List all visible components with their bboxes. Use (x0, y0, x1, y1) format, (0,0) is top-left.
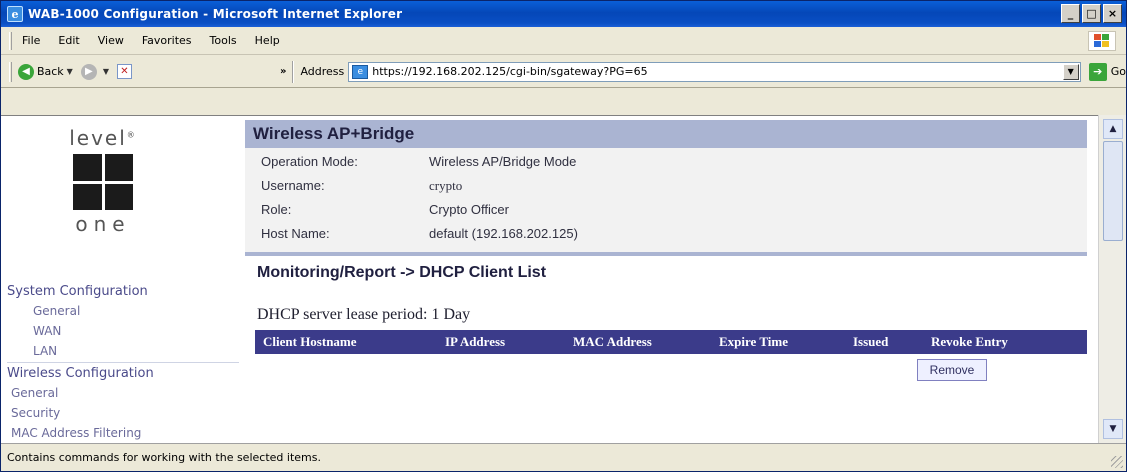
vertical-scrollbar[interactable]: ▲ ▼ (1098, 115, 1126, 443)
menu-edit[interactable]: Edit (58, 34, 79, 47)
address-input[interactable]: e https://192.168.202.125/cgi-bin/sgatew… (348, 61, 1081, 82)
sidebar-item-wan[interactable]: WAN (33, 324, 61, 338)
info-value-username: crypto (429, 178, 463, 193)
status-text: Contains commands for working with the s… (7, 451, 321, 464)
device-info: Operation Mode: Wireless AP/Bridge Mode … (245, 148, 1087, 252)
menu-view[interactable]: View (98, 34, 124, 47)
info-label-username: Username: (261, 178, 325, 193)
menubar-grip[interactable] (9, 31, 12, 50)
section-title: Monitoring/Report -> DHCP Client List (257, 264, 547, 281)
lease-period-text: DHCP server lease period: 1 Day (257, 306, 471, 323)
page-title: Wireless AP+Bridge (245, 120, 1087, 148)
minimize-button[interactable]: _ (1061, 4, 1080, 23)
column-ip-address: IP Address (445, 334, 506, 349)
page-content: level® one System Configuration General … (1, 115, 1098, 444)
sidebar-divider (7, 362, 239, 363)
window-controls: _ □ × (1061, 4, 1122, 23)
back-button[interactable]: ◀ Back ▼ (17, 63, 73, 80)
info-value-mode: Wireless AP/Bridge Mode (429, 154, 577, 169)
toolbar: ◀ Back ▼ ▶ ▼ ✕ » Address e https://192.1… (1, 56, 1126, 88)
logo-mark (73, 154, 133, 210)
column-expire-time: Expire Time (719, 334, 788, 349)
resize-grip-icon[interactable] (1111, 456, 1123, 468)
column-client-hostname: Client Hostname (263, 334, 357, 349)
forward-arrow-icon: ▶ (80, 63, 97, 80)
maximize-button[interactable]: □ (1082, 4, 1101, 23)
go-label: Go (1110, 65, 1126, 78)
menu-bar: File Edit View Favorites Tools Help (1, 27, 1126, 55)
page-icon: e (352, 64, 369, 79)
menu-help[interactable]: Help (255, 34, 280, 47)
section-divider (245, 252, 1087, 256)
status-bar: Contains commands for working with the s… (1, 443, 1126, 471)
address-url[interactable]: https://192.168.202.125/cgi-bin/sgateway… (372, 65, 647, 78)
stop-icon: ✕ (116, 64, 132, 79)
menu-favorites[interactable]: Favorites (142, 34, 192, 47)
system-config-header[interactable]: System Configuration (7, 284, 148, 299)
forward-dropdown-icon[interactable]: ▼ (103, 67, 109, 76)
sidebar: level® one System Configuration General … (7, 118, 239, 444)
browser-window: e WAB-1000 Configuration - Microsoft Int… (0, 0, 1127, 472)
scroll-thumb[interactable] (1103, 141, 1123, 241)
dhcp-table-header: Client Hostname IP Address MAC Address E… (255, 330, 1087, 354)
window-title: WAB-1000 Configuration - Microsoft Inter… (28, 7, 403, 21)
close-button[interactable]: × (1103, 4, 1122, 23)
info-value-role: Crypto Officer (429, 202, 509, 217)
info-label-role: Role: (261, 202, 292, 217)
menu-tools[interactable]: Tools (210, 34, 237, 47)
info-label-hostname: Host Name: (261, 226, 330, 241)
sidebar-item-security[interactable]: Security (11, 406, 60, 420)
back-label: Back (36, 65, 64, 78)
logo-bottom-text: one (75, 212, 131, 236)
sidebar-item-mac-filtering[interactable]: MAC Address Filtering (11, 426, 141, 440)
scroll-up-icon[interactable]: ▲ (1103, 119, 1123, 139)
info-value-hostname: default (192.168.202.125) (429, 226, 578, 241)
ie-app-icon: e (7, 6, 23, 22)
main-panel: Wireless AP+Bridge Operation Mode: Wirel… (245, 116, 1087, 444)
title-bar: e WAB-1000 Configuration - Microsoft Int… (1, 1, 1126, 27)
toolbar-overflow-chevron[interactable]: » (280, 66, 286, 77)
back-dropdown-icon[interactable]: ▼ (67, 67, 73, 76)
column-mac-address: MAC Address (573, 334, 652, 349)
toolbar-grip[interactable] (9, 61, 12, 82)
stop-button[interactable]: ✕ (116, 64, 132, 79)
sidebar-item-lan[interactable]: LAN (33, 344, 57, 358)
menu-file[interactable]: File (22, 34, 40, 47)
wireless-config-header[interactable]: Wireless Configuration (7, 366, 154, 381)
back-arrow-icon: ◀ (17, 63, 34, 80)
level-one-logo: level® one (43, 126, 163, 236)
info-label-mode: Operation Mode: (261, 154, 358, 169)
scroll-down-icon[interactable]: ▼ (1103, 419, 1123, 439)
column-issued: Issued (853, 334, 889, 349)
address-label: Address (300, 65, 345, 78)
logo-top-text: level® (69, 126, 137, 150)
go-arrow-icon: ➔ (1088, 62, 1107, 81)
sidebar-item-system-general[interactable]: General (33, 304, 80, 318)
remove-button[interactable]: Remove (917, 359, 987, 381)
sidebar-item-wireless-general[interactable]: General (11, 386, 58, 400)
forward-button[interactable]: ▶ ▼ (80, 63, 109, 80)
address-dropdown-icon[interactable]: ▼ (1062, 63, 1079, 80)
address-separator (292, 60, 295, 83)
column-revoke-entry: Revoke Entry (931, 334, 1008, 349)
windows-logo-icon (1088, 31, 1116, 51)
go-button[interactable]: ➔ Go (1088, 62, 1126, 81)
